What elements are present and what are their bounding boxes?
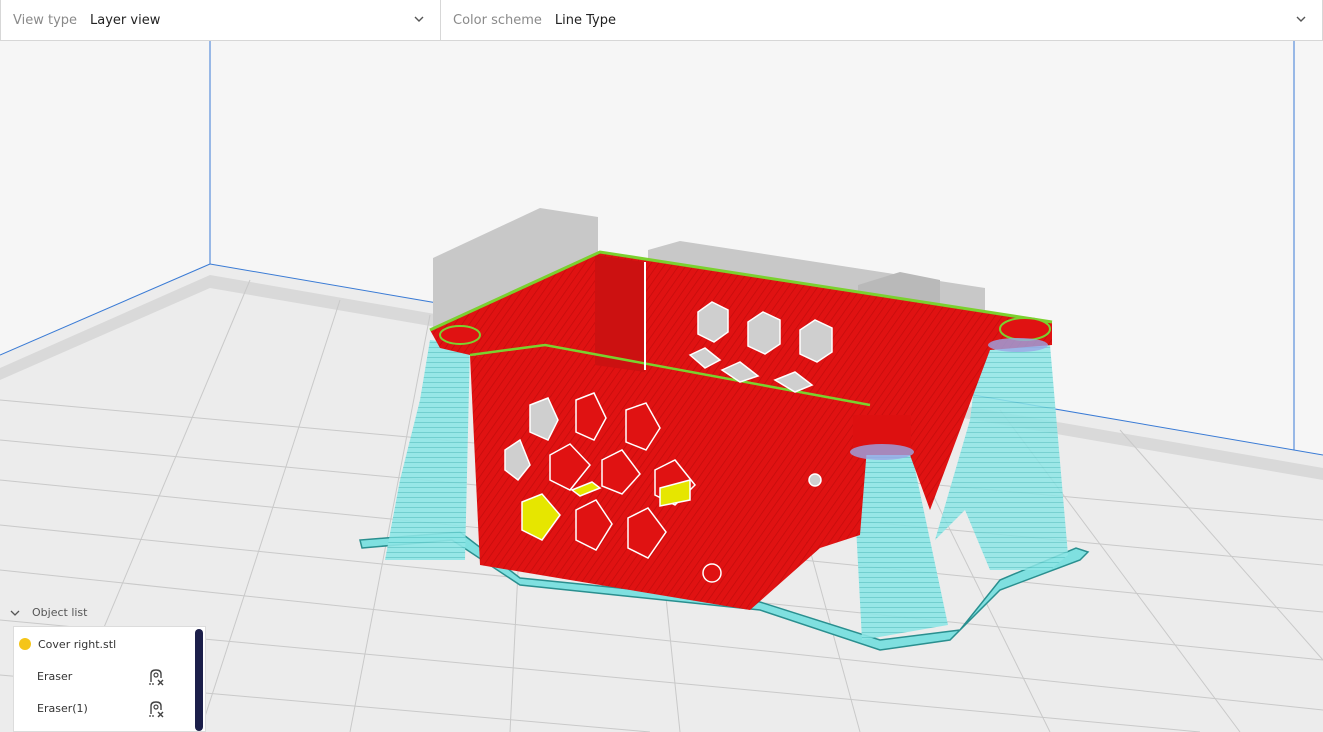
eraser-support-icon [149,669,164,686]
view-type-dropdown[interactable]: View type Layer view [1,0,441,40]
object-color-dot [19,638,31,650]
view-type-label: View type [13,12,78,28]
object-list-scrollbar[interactable] [195,629,203,731]
chevron-down-icon [1296,16,1306,22]
object-list-item[interactable]: Eraser(1) [14,693,194,723]
color-scheme-label: Color scheme [453,12,542,28]
chevron-down-icon [10,610,20,616]
object-list-title: Object list [32,606,88,619]
object-list-item[interactable]: Cover right.stl [14,629,194,659]
object-name: Cover right.stl [38,637,117,651]
object-list-item[interactable]: Eraser [14,661,194,691]
eraser-support-icon [149,701,164,718]
object-list-toggle[interactable]: Object list [10,606,87,619]
color-scheme-value: Line Type [554,12,616,28]
object-name: Eraser(1) [37,701,88,715]
object-list-panel: Cover right.stl Eraser Eraser(1) [13,626,206,732]
view-type-value: Layer view [90,12,161,28]
layer-view-toolbar: View type Layer view Color scheme Line T… [0,0,1323,41]
color-scheme-dropdown[interactable]: Color scheme Line Type [441,0,1322,40]
object-name: Eraser [37,669,73,683]
support-interface [988,338,1048,352]
support-interface [850,444,914,460]
chevron-down-icon [414,16,424,22]
